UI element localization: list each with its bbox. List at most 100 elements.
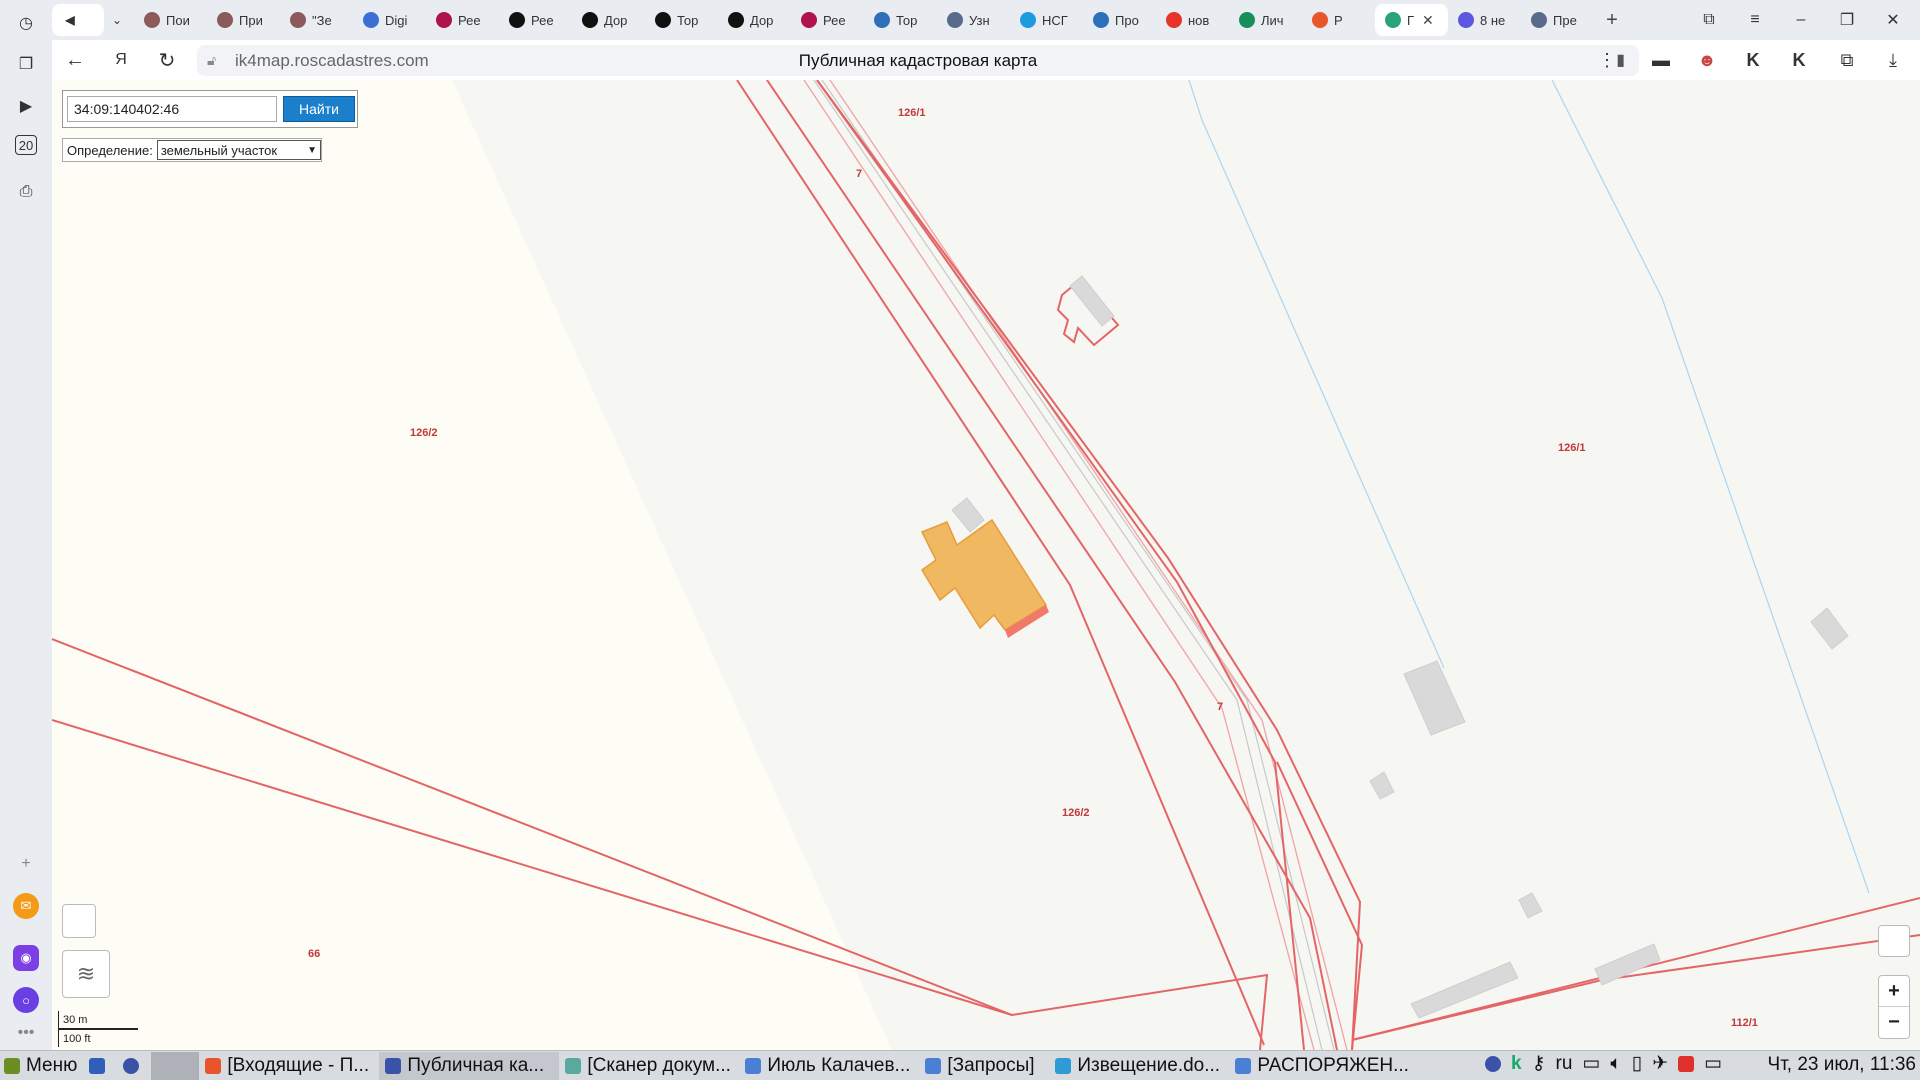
tab-label: Пои: [166, 12, 190, 28]
zoom-out-button[interactable]: −: [1879, 1007, 1909, 1038]
extension-shield-icon[interactable]: ▬: [1638, 40, 1684, 80]
window-icon: [1055, 1057, 1072, 1074]
taskbar-window-button[interactable]: [Входящие - П...: [199, 1052, 379, 1080]
history-icon[interactable]: ◷: [13, 10, 39, 36]
tab-label: НСГ: [1042, 12, 1068, 28]
tab-favicon-icon: [874, 12, 890, 28]
taskbar-window-label: РАСПОРЯЖЕН...: [1257, 1054, 1409, 1076]
tab-favicon-icon: [436, 12, 452, 28]
alice-icon[interactable]: ○: [13, 987, 39, 1013]
start-menu-button[interactable]: Меню: [0, 1052, 83, 1080]
clock[interactable]: Чт, 23 июл, 11:36: [1768, 1054, 1916, 1076]
calendar-icon[interactable]: 20: [15, 135, 37, 155]
browser-tab[interactable]: При: [207, 4, 280, 36]
key-icon[interactable]: ⚷: [1532, 1052, 1546, 1075]
clipboard-icon[interactable]: ▯: [1632, 1052, 1642, 1075]
taskbar-window-button[interactable]: Публичная ка...: [379, 1051, 560, 1080]
close-tab-icon[interactable]: ✕: [1422, 12, 1434, 29]
tab-list-dropdown[interactable]: ⌄: [104, 4, 134, 36]
new-tab-button[interactable]: +: [1598, 6, 1626, 34]
browser-tab[interactable]: Узн: [937, 4, 1010, 36]
language-indicator[interactable]: ru: [1556, 1053, 1573, 1075]
yandex-home-button[interactable]: Я: [98, 40, 144, 80]
browser-tab[interactable]: Г ✕: [1375, 4, 1448, 36]
mail-icon[interactable]: ✉: [13, 893, 39, 919]
notes-icon[interactable]: ▭: [1704, 1052, 1722, 1075]
browser-tab[interactable]: Рее: [426, 4, 499, 36]
taskbar-window-label: [Входящие - П...: [227, 1054, 370, 1076]
parcel-label: 126/2: [410, 427, 438, 439]
restore-button[interactable]: ❐: [1824, 0, 1870, 40]
tab-manager-icon[interactable]: ⧉: [1686, 0, 1732, 40]
antivirus-icon[interactable]: [1678, 1055, 1695, 1072]
browser-tab[interactable]: Дор: [572, 4, 645, 36]
browser-tab[interactable]: Пре: [1521, 4, 1594, 36]
definition-select[interactable]: земельный участок ▼: [156, 140, 321, 160]
tab-label: Пре: [1553, 12, 1577, 28]
browser-tab[interactable]: Рее: [499, 4, 572, 36]
browser-tab[interactable]: Digi: [353, 4, 426, 36]
extension-avatar-icon[interactable]: ☻: [1684, 40, 1730, 80]
taskbar-window-label: [Сканер докум...: [587, 1054, 731, 1076]
browser-tab[interactable]: Тор: [645, 4, 718, 36]
show-desktop-button[interactable]: [83, 1052, 117, 1080]
tab-label: "Зе: [312, 12, 332, 28]
cadastral-map[interactable]: 126/1 126/2 126/1 126/2 66 112/1 7 7 Най…: [52, 80, 1920, 1050]
taskbar-window-button[interactable]: Июль Калачев...: [739, 1052, 919, 1080]
map-extra-button[interactable]: [62, 904, 96, 938]
parcel-label: 126/1: [898, 107, 926, 119]
media-player-icon[interactable]: ▶: [13, 93, 39, 119]
yandex-tray-icon[interactable]: [1485, 1055, 1501, 1072]
minimize-button[interactable]: –: [1778, 0, 1824, 40]
browser-tab[interactable]: Про: [1083, 4, 1156, 36]
window-icon: [1235, 1057, 1252, 1074]
taskbar-window-button[interactable]: [Запросы]: [919, 1052, 1049, 1080]
browser-tab[interactable]: НСГ: [1010, 4, 1083, 36]
collections-icon[interactable]: ❐: [13, 51, 39, 77]
browser-tab[interactable]: нов: [1156, 4, 1229, 36]
yandex-launcher[interactable]: [117, 1052, 151, 1080]
extension-k2-icon[interactable]: K: [1776, 40, 1822, 80]
volume-icon[interactable]: 🔈︎: [1610, 1053, 1621, 1075]
browser-tab[interactable]: 8 не: [1448, 4, 1521, 36]
browser-tab[interactable]: Лич: [1229, 4, 1302, 36]
more-icon[interactable]: •••: [13, 1020, 39, 1046]
tab-favicon-icon: [1385, 12, 1401, 28]
taskbar-window-button[interactable]: Извещение.do...: [1049, 1052, 1229, 1080]
browser-tab[interactable]: Дор: [718, 4, 791, 36]
tab-label: Узн: [969, 12, 990, 28]
extension-k-icon[interactable]: K: [1730, 40, 1776, 80]
network-icon[interactable]: ✈︎: [1652, 1052, 1668, 1075]
kaspersky-icon[interactable]: k: [1511, 1053, 1522, 1075]
browser-tab[interactable]: Р: [1302, 4, 1375, 36]
search-button[interactable]: Найти: [283, 96, 355, 122]
cadastral-number-input[interactable]: [67, 96, 277, 122]
tab-label: При: [239, 12, 263, 28]
taskbar-window-button[interactable]: [Сканер докум...: [559, 1052, 739, 1080]
fullscreen-button[interactable]: [1878, 925, 1910, 957]
tab-favicon-icon: [363, 12, 379, 28]
browser-tab[interactable]: Рее: [791, 4, 864, 36]
tab-favicon-icon: [1312, 12, 1328, 28]
layers-button[interactable]: ≋: [62, 950, 110, 998]
tab-menu-icon[interactable]: ⋮: [1584, 40, 1630, 80]
browser-tab[interactable]: Тор: [864, 4, 937, 36]
browser-sidebar: ◷ ❐ ▶ 20 ⎙ + ✉ ◉ ○ •••: [0, 0, 52, 1050]
browser-tab[interactable]: Пои: [134, 4, 207, 36]
address-bar[interactable]: 🔓︎ ik4map.roscadastres.com Публичная кад…: [197, 45, 1639, 76]
reload-button[interactable]: ↻: [144, 40, 190, 80]
taskbar-window-button[interactable]: РАСПОРЯЖЕН...: [1229, 1052, 1409, 1080]
zoom-in-button[interactable]: +: [1879, 976, 1909, 1007]
downloads-icon[interactable]: ⤓: [1870, 40, 1916, 80]
messenger-icon[interactable]: ◉: [13, 945, 39, 971]
back-button[interactable]: ←: [52, 40, 98, 80]
browser-menu-icon[interactable]: ≡: [1732, 0, 1778, 40]
screenshot-icon[interactable]: ⎙: [13, 179, 39, 205]
map-canvas[interactable]: [52, 80, 1920, 1050]
extension-puzzle-icon[interactable]: ⧉: [1824, 40, 1870, 80]
browser-tab[interactable]: "Зе: [280, 4, 353, 36]
display-icon[interactable]: ▭: [1582, 1052, 1600, 1075]
close-window-button[interactable]: ✕: [1870, 0, 1916, 40]
tab-audio-toggle[interactable]: ◀: [52, 4, 104, 36]
add-panel-icon[interactable]: +: [13, 851, 39, 877]
